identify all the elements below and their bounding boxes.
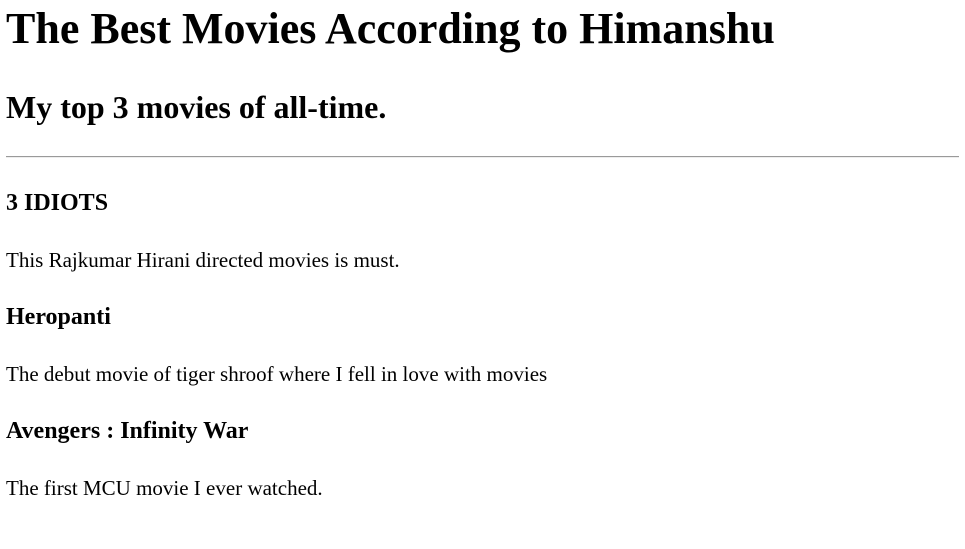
movie-title: Heropanti (6, 304, 111, 330)
movie-entry: Heropanti The debut movie of tiger shroo… (6, 273, 959, 387)
movie-description: The debut movie of tiger shroof where I … (6, 362, 548, 386)
page-content: The Best Movies According to Himanshu My… (0, 0, 965, 501)
movie-description: This Rajkumar Hirani directed movies is … (6, 248, 400, 272)
movie-title: Avengers : Infinity War (6, 418, 249, 444)
movie-entry: Avengers : Infinity War The first MCU mo… (6, 387, 959, 501)
page-subtitle: My top 3 movies of all-time. (6, 89, 387, 125)
movie-title: 3 IDIOTS (6, 190, 109, 216)
movie-description: The first MCU movie I ever watched. (6, 476, 323, 500)
movie-entry: 3 IDIOTS This Rajkumar Hirani directed m… (6, 158, 959, 273)
page-title: The Best Movies According to Himanshu (6, 4, 775, 53)
